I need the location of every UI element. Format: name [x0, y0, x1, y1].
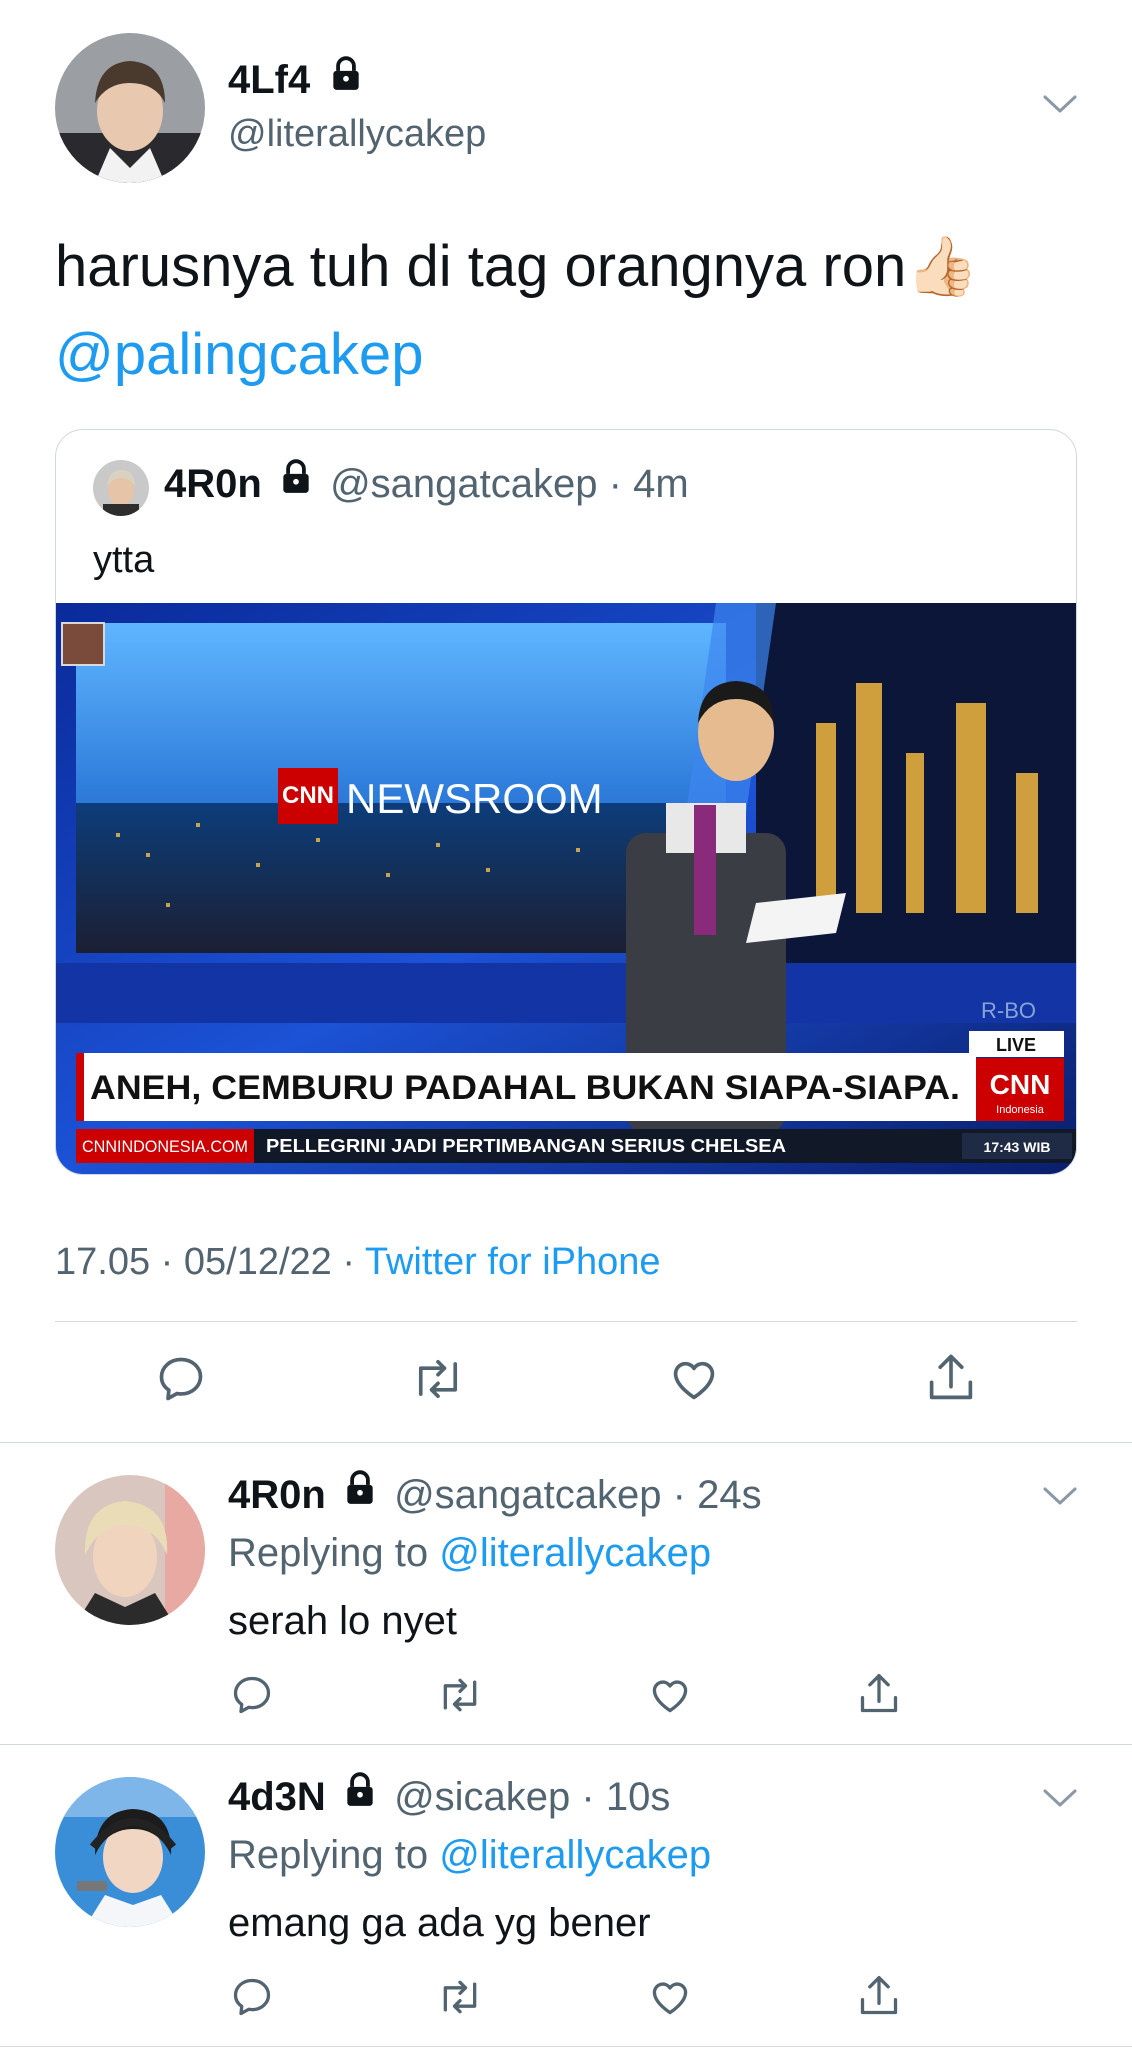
main-display-name[interactable]: 4Lf4 — [228, 58, 310, 102]
quote-text: ytta — [93, 539, 155, 581]
section-divider — [0, 1442, 1132, 1443]
live-label: LIVE — [996, 1035, 1036, 1055]
ticker-clock: 17:43 WIB — [984, 1139, 1051, 1155]
replying-to-row: Replying to @literallycakep — [228, 1829, 711, 1881]
lock-icon — [341, 1770, 379, 1822]
reply-handle[interactable]: @sicakep — [394, 1775, 570, 1819]
retweet-icon[interactable] — [410, 1353, 466, 1405]
reply-display-name[interactable]: 4R0n — [228, 1473, 326, 1517]
headline-text: ANEH, CEMBURU PADAHAL BUKAN SIAPA-SIAPA. — [90, 1069, 960, 1107]
cnn-logo-sub: Indonesia — [996, 1104, 1045, 1116]
replying-to-label: Replying to — [228, 1531, 429, 1575]
reply-icon[interactable] — [230, 1975, 274, 2019]
reply-time: · 24s — [672, 1473, 762, 1517]
replying-to-row: Replying to @literallycakep — [228, 1527, 711, 1579]
retweet-icon[interactable] — [436, 1673, 484, 1717]
chevron-down-icon[interactable] — [1042, 1786, 1078, 1815]
quote-avatar — [93, 460, 149, 516]
main-handle[interactable]: @literallycakep — [228, 111, 486, 157]
share-icon[interactable] — [857, 1670, 901, 1718]
corner-mark: R-BO — [981, 998, 1036, 1023]
quote-display-name: 4R0n — [164, 462, 262, 506]
quote-image[interactable]: CNN NEWSROOM R-BO LIVE ANEH, CEMBURU PAD… — [56, 603, 1076, 1174]
reply-icon[interactable] — [155, 1353, 207, 1405]
timestamp-row: 17.05 · 05/12/22 · Twitter for iPhone — [55, 1238, 661, 1286]
main-avatar[interactable] — [55, 33, 205, 183]
reply-author-row[interactable]: 4R0n @sangatcakep · 24s — [228, 1469, 762, 1521]
share-icon[interactable] — [925, 1350, 977, 1406]
source-link[interactable]: Twitter for iPhone — [365, 1241, 661, 1283]
reply-avatar[interactable] — [55, 1475, 205, 1625]
ticker-text: PELLEGRINI JADI PERTIMBANGAN SERIUS CHEL… — [266, 1136, 786, 1156]
quote-handle: @sangatcakep — [330, 462, 598, 506]
chevron-down-icon[interactable] — [1042, 1484, 1078, 1513]
lock-icon — [277, 457, 315, 509]
timestamp: 17.05 · 05/12/22 · — [55, 1241, 355, 1283]
reply-avatar[interactable] — [55, 1777, 205, 1927]
like-icon[interactable] — [648, 1975, 692, 2019]
cnn-logo-small: CNN — [282, 782, 334, 809]
section-divider — [0, 2046, 1132, 2047]
chevron-down-icon[interactable] — [1042, 92, 1078, 121]
reply-icon[interactable] — [230, 1673, 274, 1717]
like-icon[interactable] — [648, 1673, 692, 1717]
quote-time: · 4m — [608, 462, 689, 506]
reply-author-row[interactable]: 4d3N @sicakep · 10s — [228, 1771, 670, 1823]
reply-handle[interactable]: @sangatcakep — [394, 1473, 661, 1517]
cnn-logo: CNN — [990, 1069, 1051, 1100]
replying-to-mention[interactable]: @literallycakep — [439, 1833, 711, 1877]
retweet-icon[interactable] — [436, 1975, 484, 2019]
tweet-text: harusnya tuh di tag orangnya ron👍🏻 — [55, 232, 978, 302]
replying-to-mention[interactable]: @literallycakep — [439, 1531, 711, 1575]
main-author-name-row[interactable]: 4Lf4 — [228, 56, 365, 104]
lock-icon — [341, 1468, 379, 1520]
tweet-text-body: harusnya tuh di tag orangnya ron — [55, 234, 907, 299]
section-divider — [0, 1744, 1132, 1745]
divider — [55, 1321, 1077, 1322]
replying-to-label: Replying to — [228, 1833, 429, 1877]
lock-icon — [327, 55, 365, 104]
reply-display-name[interactable]: 4d3N — [228, 1775, 326, 1819]
thumbs-up-emoji: 👍🏻 — [906, 234, 979, 299]
mention-link[interactable]: @palingcakep — [55, 320, 423, 390]
quote-card[interactable]: 4R0n @sangatcakep · 4m ytta CNN NEWSROOM… — [55, 429, 1077, 1175]
reply-time: · 10s — [581, 1775, 671, 1819]
share-icon[interactable] — [857, 1972, 901, 2020]
reply-text: emang ga ada yg bener — [228, 1901, 651, 1945]
newsroom-label: NEWSROOM — [346, 775, 603, 822]
quote-author-row: 4R0n @sangatcakep · 4m — [164, 458, 689, 510]
ticker-site: CNNINDONESIA.COM — [82, 1137, 248, 1156]
reply-text: serah lo nyet — [228, 1599, 458, 1643]
like-icon[interactable] — [668, 1353, 720, 1405]
